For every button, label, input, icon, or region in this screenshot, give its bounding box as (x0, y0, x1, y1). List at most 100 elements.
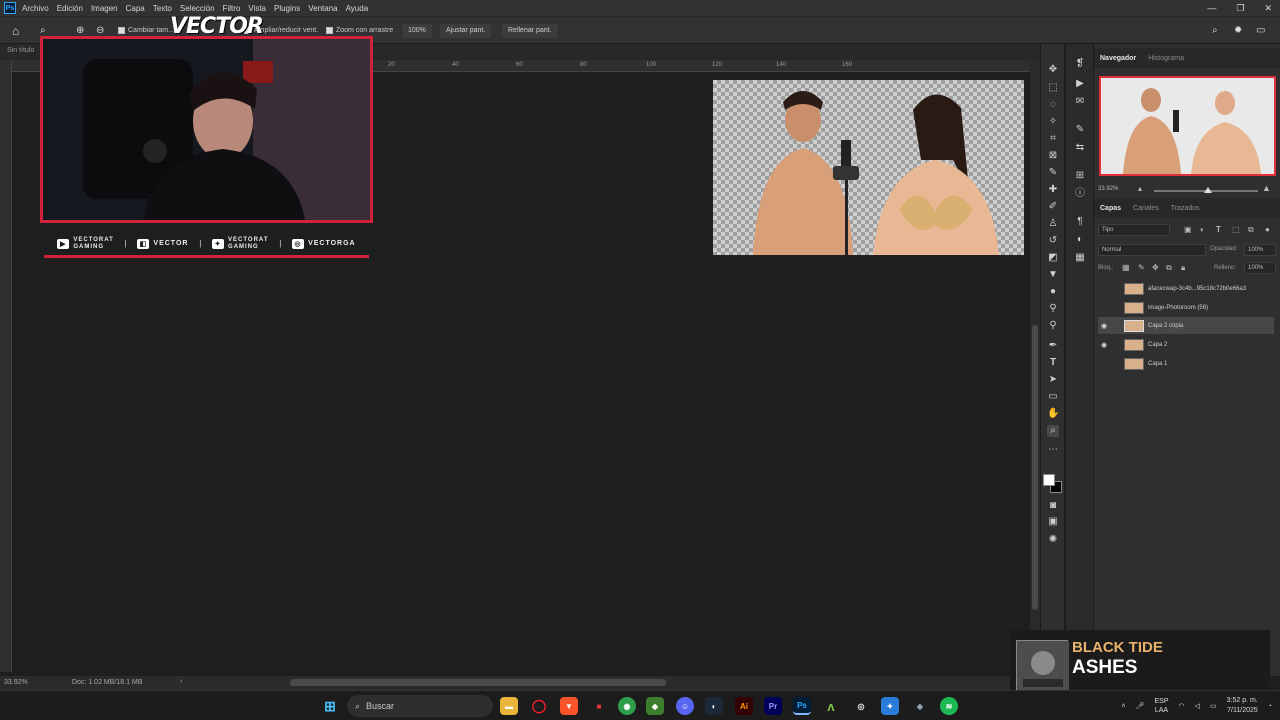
quick-mask-icon[interactable]: ◙ (1047, 500, 1059, 512)
filter-smart-object-icon[interactable]: ⧉ (1248, 225, 1254, 235)
move-tool-icon[interactable]: ✥ (1047, 64, 1059, 76)
taskbar-search[interactable]: ⌕ Buscar (347, 695, 493, 717)
filter-image-icon[interactable]: ▣ (1184, 225, 1192, 234)
horizontal-scrollbar-thumb[interactable] (290, 679, 666, 686)
clone-stamp-icon[interactable]: ♙ (1047, 218, 1059, 230)
navigator-zoom-slider[interactable] (1154, 187, 1258, 193)
layer-row[interactable]: afacecwap-3c4b...95c18c72b0e66a3 (1098, 280, 1274, 297)
app-red-icon[interactable]: ■ (590, 697, 608, 715)
eye-icon[interactable]: ◉ (1098, 322, 1110, 330)
dodge-tool-icon-2[interactable]: ⚲ (1047, 320, 1059, 332)
info-panel-icon[interactable]: ⓘ (1074, 188, 1086, 200)
paint-bucket-icon[interactable]: ▼ (1047, 269, 1059, 281)
menu-capa[interactable]: Capa (126, 4, 145, 13)
layer-row-selected[interactable]: ◉ Capa 2 copia (1098, 317, 1274, 334)
filter-shape-icon[interactable]: ⬚ (1232, 225, 1240, 234)
lock-all-icon[interactable]: 🔒︎ (1181, 263, 1185, 273)
brushes-panel-icon[interactable]: ✎ (1074, 124, 1086, 136)
search-icon[interactable]: ⌕ (1212, 25, 1218, 36)
tab-navigator[interactable]: Navegador (1094, 55, 1142, 62)
fill-field[interactable]: 100% (1244, 262, 1276, 274)
zoom-large-icon[interactable]: ▲ (1262, 183, 1271, 193)
language-indicator[interactable]: ESP LAA (1154, 697, 1168, 715)
lock-artboard-icon[interactable]: ⧉ (1166, 263, 1172, 273)
eye-icon[interactable]: ◉ (1098, 341, 1110, 349)
lock-position-icon[interactable]: ✥ (1152, 263, 1159, 272)
layer-row[interactable]: image-Photoroom (56) (1098, 299, 1274, 316)
navigator-thumbnail[interactable] (1099, 76, 1276, 176)
history-panel-icon[interactable]: ❡ (1074, 58, 1086, 70)
scrollbar-thumb[interactable] (1032, 325, 1038, 610)
notification-icon[interactable]: ◔ (1268, 703, 1272, 710)
tab-layers[interactable]: Capas (1094, 205, 1127, 212)
eyedropper-icon[interactable]: ✎ (1047, 167, 1059, 179)
hand-tool-icon[interactable]: ✋ (1047, 408, 1059, 420)
path-selection-icon[interactable]: ➤ (1047, 374, 1059, 386)
home-icon[interactable]: ⌂ (12, 24, 19, 38)
layer-name[interactable]: Capa 2 copia (1148, 323, 1183, 329)
menu-seleccion[interactable]: Selección (180, 4, 215, 13)
menu-archivo[interactable]: Archivo (22, 4, 49, 13)
steam-icon[interactable]: ◐ (705, 697, 723, 715)
fit-screen-button[interactable]: Ajustar pant. (440, 24, 492, 38)
spotify-icon[interactable]: ≋ (940, 697, 958, 715)
lasso-tool-icon[interactable]: ◌ (1047, 99, 1059, 111)
navigator-zoom-value[interactable]: 33.92% (1098, 186, 1118, 192)
volume-icon[interactable]: ◁ (1195, 702, 1200, 710)
chevron-right-icon[interactable]: › (180, 678, 182, 685)
filter-type-icon[interactable]: T (1216, 225, 1221, 234)
opacity-field[interactable]: 100% (1244, 244, 1276, 256)
history-brush-icon[interactable]: ↺ (1047, 235, 1059, 247)
opera-icon[interactable]: ◯ (530, 697, 548, 715)
workspace-icon[interactable]: ▭ (1256, 25, 1265, 36)
brave-icon[interactable]: ▼ (560, 697, 578, 715)
menu-edicion[interactable]: Edición (57, 4, 83, 13)
dodge-tool-icon[interactable]: ⚲ (1047, 303, 1059, 315)
menu-vista[interactable]: Vista (248, 4, 266, 13)
copilot-icon[interactable]: ✦ (881, 697, 899, 715)
restore-icon[interactable]: ❐ (1236, 3, 1244, 14)
app-arrow-icon[interactable]: ʌ (822, 697, 840, 715)
file-explorer-icon[interactable]: ▬ (500, 697, 518, 715)
microphone-icon[interactable]: 🎤︎ (1136, 702, 1145, 710)
frame-tool-icon[interactable]: ⊠ (1047, 150, 1059, 162)
brush-tool-icon[interactable]: ✐ (1047, 201, 1059, 213)
premiere-icon[interactable]: Pr (764, 697, 782, 715)
color-panel-icon[interactable]: ◐ (1074, 234, 1086, 246)
close-icon[interactable]: ✕ (1264, 3, 1272, 14)
chevron-up-icon[interactable]: ˄ (1122, 703, 1126, 710)
fill-screen-button[interactable]: Rellenar pant. (502, 24, 558, 38)
minimize-icon[interactable]: — (1207, 3, 1216, 13)
tab-channels[interactable]: Canales (1127, 205, 1165, 212)
blur-tool-icon[interactable]: ● (1047, 286, 1059, 298)
layer-name[interactable]: afacecwap-3c4b...95c18c72b0e66a3 (1148, 286, 1246, 292)
zoom-in-icon[interactable]: ⊕ (76, 25, 84, 36)
menu-texto[interactable]: Texto (153, 4, 172, 13)
swatches-panel-icon[interactable]: ▦ (1074, 252, 1086, 264)
paragraph-panel-icon[interactable]: ¶ (1074, 216, 1086, 228)
lock-transparency-icon[interactable]: ▦ (1122, 263, 1130, 272)
menu-ayuda[interactable]: Ayuda (346, 4, 369, 13)
filter-adjustment-icon[interactable]: ◐ (1200, 225, 1205, 234)
screen-mode-icon[interactable]: ▣ (1047, 516, 1059, 528)
resize-windows-checkbox[interactable]: Cambiar tam... (118, 27, 174, 34)
layer-name[interactable]: Capa 2 (1148, 342, 1167, 348)
layer-row[interactable]: Capa 1 (1098, 355, 1274, 372)
blend-mode-select[interactable]: Normal (1098, 244, 1206, 256)
healing-brush-icon[interactable]: ✚ (1047, 184, 1059, 196)
eraser-tool-icon[interactable]: ◩ (1047, 252, 1059, 264)
menu-imagen[interactable]: Imagen (91, 4, 118, 13)
type-tool-icon[interactable]: T (1047, 357, 1059, 369)
windows-start-icon[interactable]: ⊞ (321, 697, 339, 715)
discover-icon[interactable]: ✹ (1234, 25, 1242, 36)
magic-wand-icon[interactable]: ✧ (1047, 116, 1059, 128)
menu-ventana[interactable]: Ventana (308, 4, 337, 13)
vertical-scrollbar[interactable] (1030, 60, 1040, 672)
slider-knob[interactable] (1204, 187, 1212, 193)
status-zoom[interactable]: 33.92% (4, 679, 28, 686)
battery-icon[interactable]: ▭ (1210, 702, 1217, 710)
wifi-icon[interactable]: ◠ (1179, 702, 1185, 710)
generative-icon[interactable]: ✺ (1047, 534, 1059, 546)
obs-icon[interactable]: ◎ (852, 697, 870, 715)
lock-pixels-icon[interactable]: ✎ (1138, 263, 1145, 272)
